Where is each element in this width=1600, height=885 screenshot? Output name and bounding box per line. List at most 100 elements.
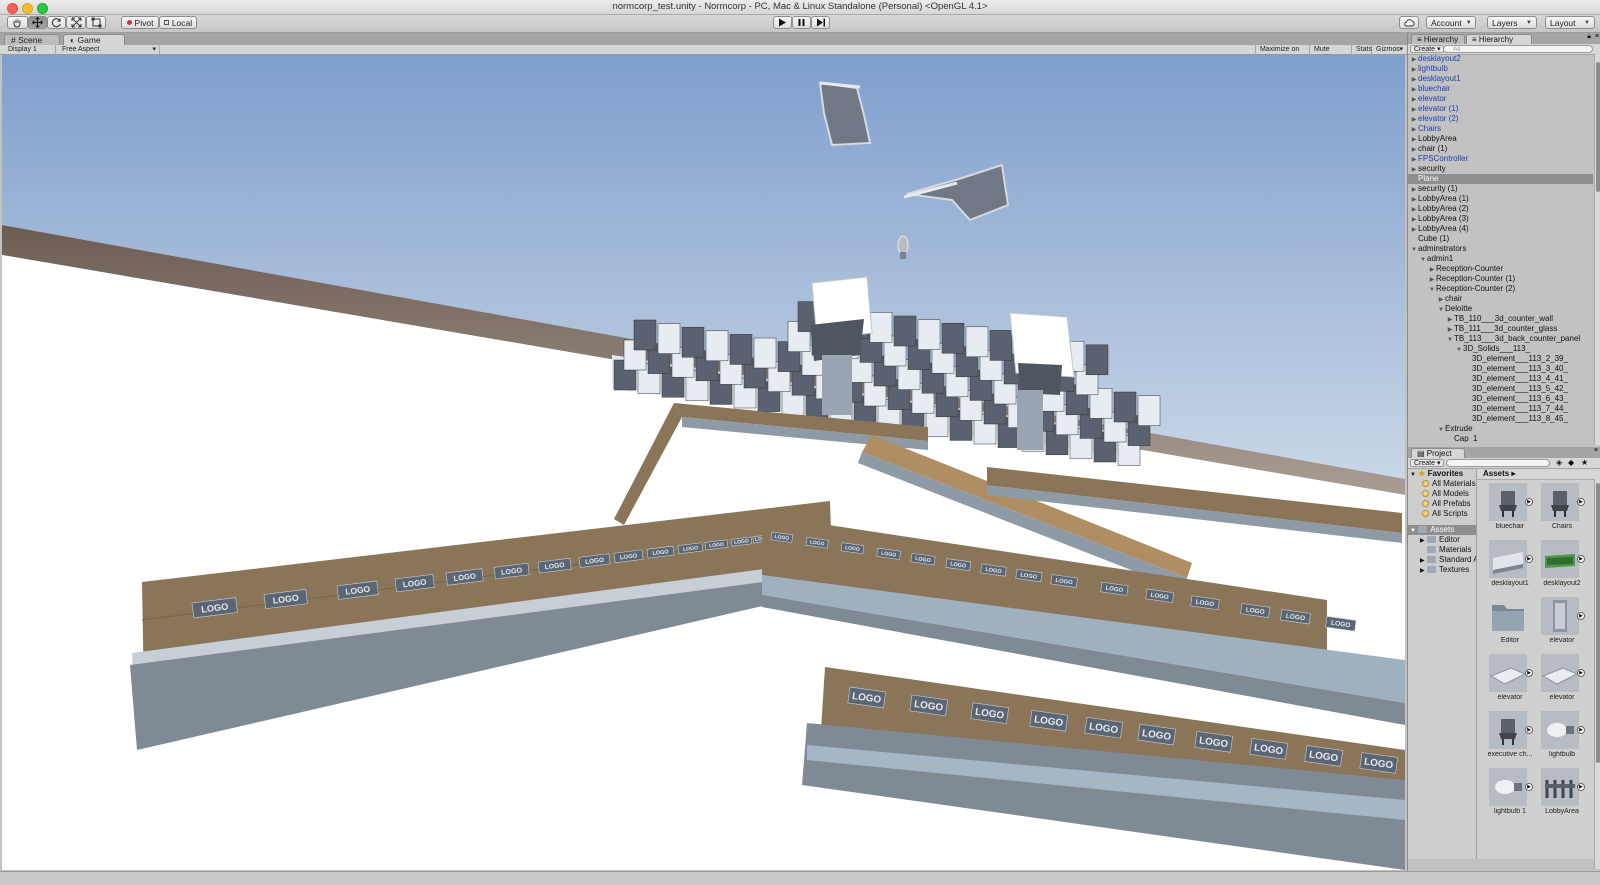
expand-arrow-icon[interactable]: ▶	[1577, 669, 1585, 677]
project-folder[interactable]: ▶Standard As	[1408, 555, 1476, 565]
hierarchy-item[interactable]: ▼Reception-Counter (2)	[1408, 284, 1593, 294]
move-tool-button[interactable]	[28, 16, 47, 29]
account-dropdown[interactable]: Account ▼	[1426, 16, 1476, 29]
hierarchy-item[interactable]: 3D_element___113_5_42_	[1408, 384, 1593, 394]
filter-type-icon[interactable]: ◈	[1556, 458, 1562, 467]
menu-icon[interactable]: ≡	[1595, 33, 1599, 40]
asset-item[interactable]: ▶ lightbulb 1	[1481, 768, 1533, 823]
expand-arrow-icon[interactable]: ▶	[1525, 783, 1533, 791]
hierarchy-item[interactable]: ▶ elevator (1)	[1408, 104, 1593, 114]
project-folder[interactable]: Materials	[1408, 545, 1476, 555]
tab-scene[interactable]: # Scene	[4, 34, 60, 45]
hierarchy-item[interactable]: ▶ desklayout2	[1408, 54, 1593, 64]
hierarchy-item[interactable]: ▶ bluechair	[1408, 84, 1593, 94]
hierarchy-item[interactable]: 3D_element___113_4_41_	[1408, 374, 1593, 384]
hierarchy-item[interactable]: ▶ LobbyArea (4)	[1408, 224, 1593, 234]
hierarchy-item[interactable]: ▶ elevator (2)	[1408, 114, 1593, 124]
hierarchy-item[interactable]: ▶ LobbyArea (3)	[1408, 214, 1593, 224]
hierarchy-item[interactable]: ▼3D_Solids___113_	[1408, 344, 1593, 354]
mute-audio-toggle[interactable]: Mute audio	[1310, 45, 1352, 62]
hierarchy-item[interactable]: ▶ chair	[1408, 294, 1593, 304]
hierarchy-item[interactable]: ▶ LobbyArea (2)	[1408, 204, 1593, 214]
tab-project[interactable]: ▤ Project	[1411, 448, 1465, 458]
hierarchy-item[interactable]: ▼admin1	[1408, 254, 1593, 264]
hierarchy-item[interactable]: 3D_element___113_3_40_	[1408, 364, 1593, 374]
hierarchy-item[interactable]: ▶ chair (1)	[1408, 144, 1593, 154]
assets-folder[interactable]: ▼ Assets	[1408, 525, 1476, 535]
expand-arrow-icon[interactable]: ▶	[1525, 498, 1533, 506]
gizmos-dropdown[interactable]: Gizmos ▾	[1372, 45, 1405, 54]
asset-item[interactable]: ▶ LobbyArea	[1533, 768, 1585, 823]
rotate-tool-button[interactable]	[47, 16, 66, 29]
asset-item[interactable]: ▶ elevator	[1533, 654, 1585, 709]
project-search-input[interactable]	[1446, 459, 1550, 467]
asset-item[interactable]: ▶ Chairs	[1533, 483, 1585, 538]
expand-arrow-icon[interactable]: ▶	[1525, 726, 1533, 734]
cloud-button[interactable]	[1399, 16, 1419, 29]
tab-hierarchy-1[interactable]: ≡ Hierarchy	[1411, 34, 1465, 44]
hierarchy-item[interactable]: ▶ desklayout1	[1408, 74, 1593, 84]
tab-game[interactable]: ◐ Game	[63, 34, 125, 45]
asset-item[interactable]: ▶ desklayout2	[1533, 540, 1585, 595]
project-create-button[interactable]: Create ▾	[1410, 459, 1445, 467]
hierarchy-item[interactable]: ▼TB_113___3d_back_counter_panel	[1408, 334, 1593, 344]
expand-arrow-icon[interactable]: ▶	[1577, 726, 1585, 734]
hierarchy-item[interactable]: 3D_element___113_8_45_	[1408, 414, 1593, 424]
hierarchy-item[interactable]: Cap_1	[1408, 434, 1593, 442]
hand-tool-button[interactable]	[7, 16, 28, 29]
asset-item[interactable]: ▶ desklayout1	[1481, 540, 1533, 595]
hierarchy-item[interactable]: 3D_element___113_7_44_	[1408, 404, 1593, 414]
hierarchy-item[interactable]: ▶ elevator	[1408, 94, 1593, 104]
favorite-item[interactable]: All Materials	[1408, 479, 1476, 489]
expand-arrow-icon[interactable]: ▶	[1577, 498, 1585, 506]
hierarchy-item[interactable]: ▶ Reception-Counter (1)	[1408, 274, 1593, 284]
game-viewport[interactable]: LOGO LOGO LOGO LOGO LOGO LOGO LOGO LOGO LOGO LOGO…	[2, 55, 1405, 870]
hierarchy-item[interactable]: ▶ LobbyArea	[1408, 134, 1593, 144]
pause-button[interactable]	[792, 16, 811, 29]
star-icon[interactable]: ★	[1581, 458, 1588, 467]
rect-tool-button[interactable]	[86, 16, 106, 29]
asset-item[interactable]: ▶ lightbulb	[1533, 711, 1585, 766]
maximize-on-play-toggle[interactable]: Maximize on Play	[1255, 45, 1310, 62]
hierarchy-item[interactable]: ▶ security	[1408, 164, 1593, 174]
step-button[interactable]	[811, 16, 830, 29]
asset-item[interactable]: ▶ executive ch...	[1481, 711, 1533, 766]
hierarchy-item[interactable]: ▶ Reception-Counter	[1408, 264, 1593, 274]
favorites-header[interactable]: ▼ ★ Favorites	[1408, 469, 1476, 479]
hierarchy-item[interactable]: 3D_element___113_2_39_	[1408, 354, 1593, 364]
expand-arrow-icon[interactable]: ▶	[1577, 612, 1585, 620]
play-button[interactable]	[773, 16, 792, 29]
scale-tool-button[interactable]	[66, 16, 86, 29]
hierarchy-item[interactable]: ▼Extrude	[1408, 424, 1593, 434]
project-folder[interactable]: ▶ Textures	[1408, 565, 1476, 575]
asset-item[interactable]: ▶ bluechair	[1481, 483, 1533, 538]
hierarchy-item[interactable]: ▶ TB_111___3d_counter_glass	[1408, 324, 1593, 334]
lock-icon[interactable]: 🔒︎	[1587, 33, 1591, 41]
scrollbar-thumb[interactable]	[1596, 483, 1600, 763]
hierarchy-item[interactable]: ▶ Chairs	[1408, 124, 1593, 134]
favorite-item[interactable]: All Scripts	[1408, 509, 1476, 519]
layout-dropdown[interactable]: Layout ▼	[1545, 16, 1595, 29]
hierarchy-item[interactable]: ▼Deloitte	[1408, 304, 1593, 314]
hierarchy-item[interactable]: ▶ lightbulb	[1408, 64, 1593, 74]
hierarchy-search-input[interactable]: All	[1443, 45, 1593, 53]
project-folder[interactable]: ▶ Editor	[1408, 535, 1476, 545]
pivot-toggle[interactable]: Pivot	[121, 16, 159, 29]
hierarchy-scrollbar[interactable]	[1594, 54, 1600, 445]
expand-arrow-icon[interactable]: ▶	[1577, 555, 1585, 563]
asset-item[interactable]: ▶ elevator	[1481, 654, 1533, 709]
hierarchy-item[interactable]: ▶ LobbyArea (1)	[1408, 194, 1593, 204]
tab-hierarchy-2[interactable]: ≡ Hierarchy	[1466, 34, 1532, 44]
asset-item[interactable]: Editor	[1481, 597, 1531, 652]
local-toggle[interactable]: Local	[159, 16, 197, 29]
hierarchy-item[interactable]: ▼adminstrators	[1408, 244, 1593, 254]
layers-dropdown[interactable]: Layers ▼	[1487, 16, 1537, 29]
hierarchy-item[interactable]: 3D_element___113_6_43_	[1408, 394, 1593, 404]
favorite-item[interactable]: All Prefabs	[1408, 499, 1476, 509]
display-dropdown[interactable]: Display 1	[4, 45, 56, 54]
expand-arrow-icon[interactable]: ▶	[1525, 555, 1533, 563]
filter-label-icon[interactable]: ◆	[1568, 458, 1574, 467]
aspect-dropdown[interactable]: Free Aspect ▾	[58, 45, 160, 54]
hierarchy-create-button[interactable]: Create ▾	[1410, 45, 1445, 53]
stats-toggle[interactable]: Stats	[1352, 45, 1372, 54]
